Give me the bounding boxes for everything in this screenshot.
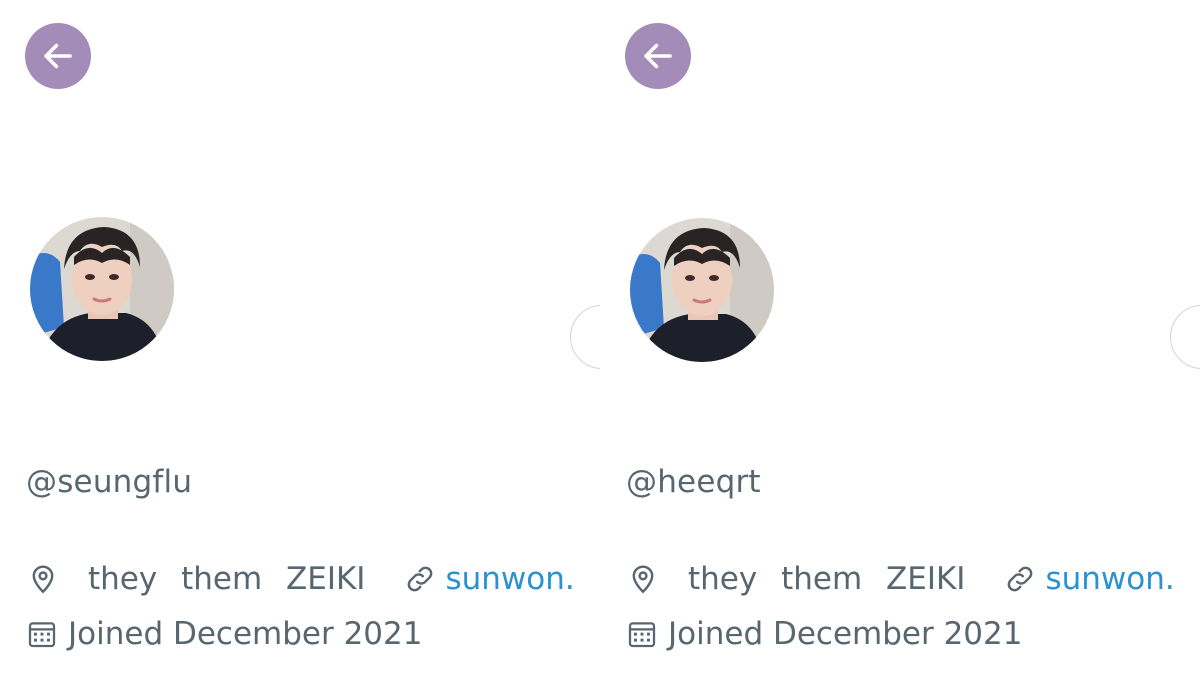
avatar[interactable] bbox=[630, 218, 774, 362]
profile-panel-right: @heeqrt they them ZEIKI sunwon. Joined D… bbox=[600, 0, 1200, 675]
profile-joined-date: Joined December 2021 bbox=[668, 616, 1023, 652]
profile-meta-row: they them ZEIKI sunwon. bbox=[26, 558, 575, 600]
profile-handle: @seungflu bbox=[26, 464, 193, 500]
profile-handle: @heeqrt bbox=[626, 464, 761, 500]
follow-button-edge[interactable] bbox=[1170, 305, 1200, 369]
link-icon bbox=[1008, 566, 1033, 592]
link-icon bbox=[408, 566, 433, 592]
profile-website-link[interactable]: sunwon. bbox=[445, 561, 574, 597]
arrow-left-icon bbox=[644, 43, 672, 69]
calendar-icon bbox=[628, 622, 656, 648]
profile-comparison: @seungflu they them ZEIKI sunwon. Joined… bbox=[0, 0, 1200, 675]
profile-joined-date: Joined December 2021 bbox=[68, 616, 423, 652]
profile-joined-row: Joined December 2021 bbox=[26, 613, 422, 655]
follow-button-edge[interactable] bbox=[570, 305, 600, 369]
back-button[interactable] bbox=[25, 23, 91, 89]
profile-panel-left: @seungflu they them ZEIKI sunwon. Joined… bbox=[0, 0, 600, 675]
profile-website-link[interactable]: sunwon. bbox=[1045, 561, 1174, 597]
profile-location: they them ZEIKI bbox=[88, 561, 366, 597]
profile-location: they them ZEIKI bbox=[688, 561, 966, 597]
avatar-image bbox=[630, 218, 774, 362]
calendar-icon bbox=[28, 622, 56, 648]
map-pin-icon bbox=[632, 565, 654, 594]
avatar[interactable] bbox=[30, 217, 174, 361]
back-button[interactable] bbox=[625, 23, 691, 89]
avatar-image bbox=[30, 217, 174, 361]
profile-meta-row: they them ZEIKI sunwon. bbox=[626, 558, 1175, 600]
profile-joined-row: Joined December 2021 bbox=[626, 613, 1022, 655]
map-pin-icon bbox=[32, 565, 54, 594]
arrow-left-icon bbox=[44, 43, 72, 69]
